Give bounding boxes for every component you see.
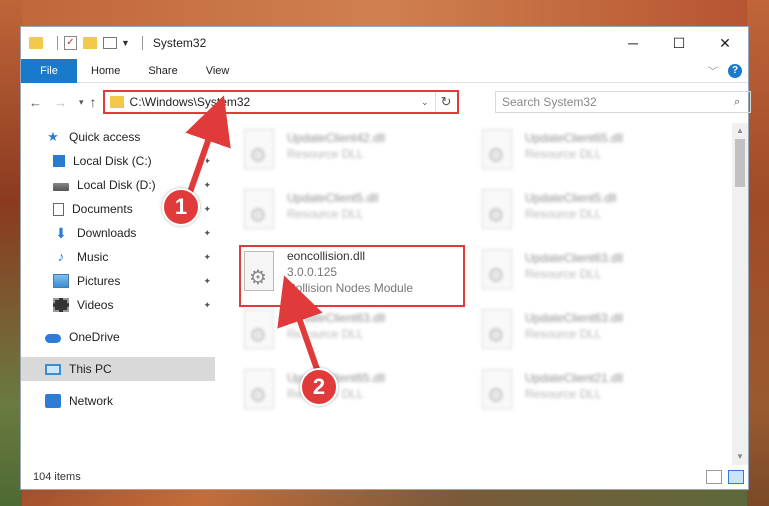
callout-step-1: 1 — [162, 188, 200, 226]
arrow-to-file — [277, 275, 323, 373]
callout-step-2: 2 — [300, 368, 338, 406]
arrow-to-address-bar — [185, 95, 231, 199]
annotation-arrows — [183, 95, 323, 377]
